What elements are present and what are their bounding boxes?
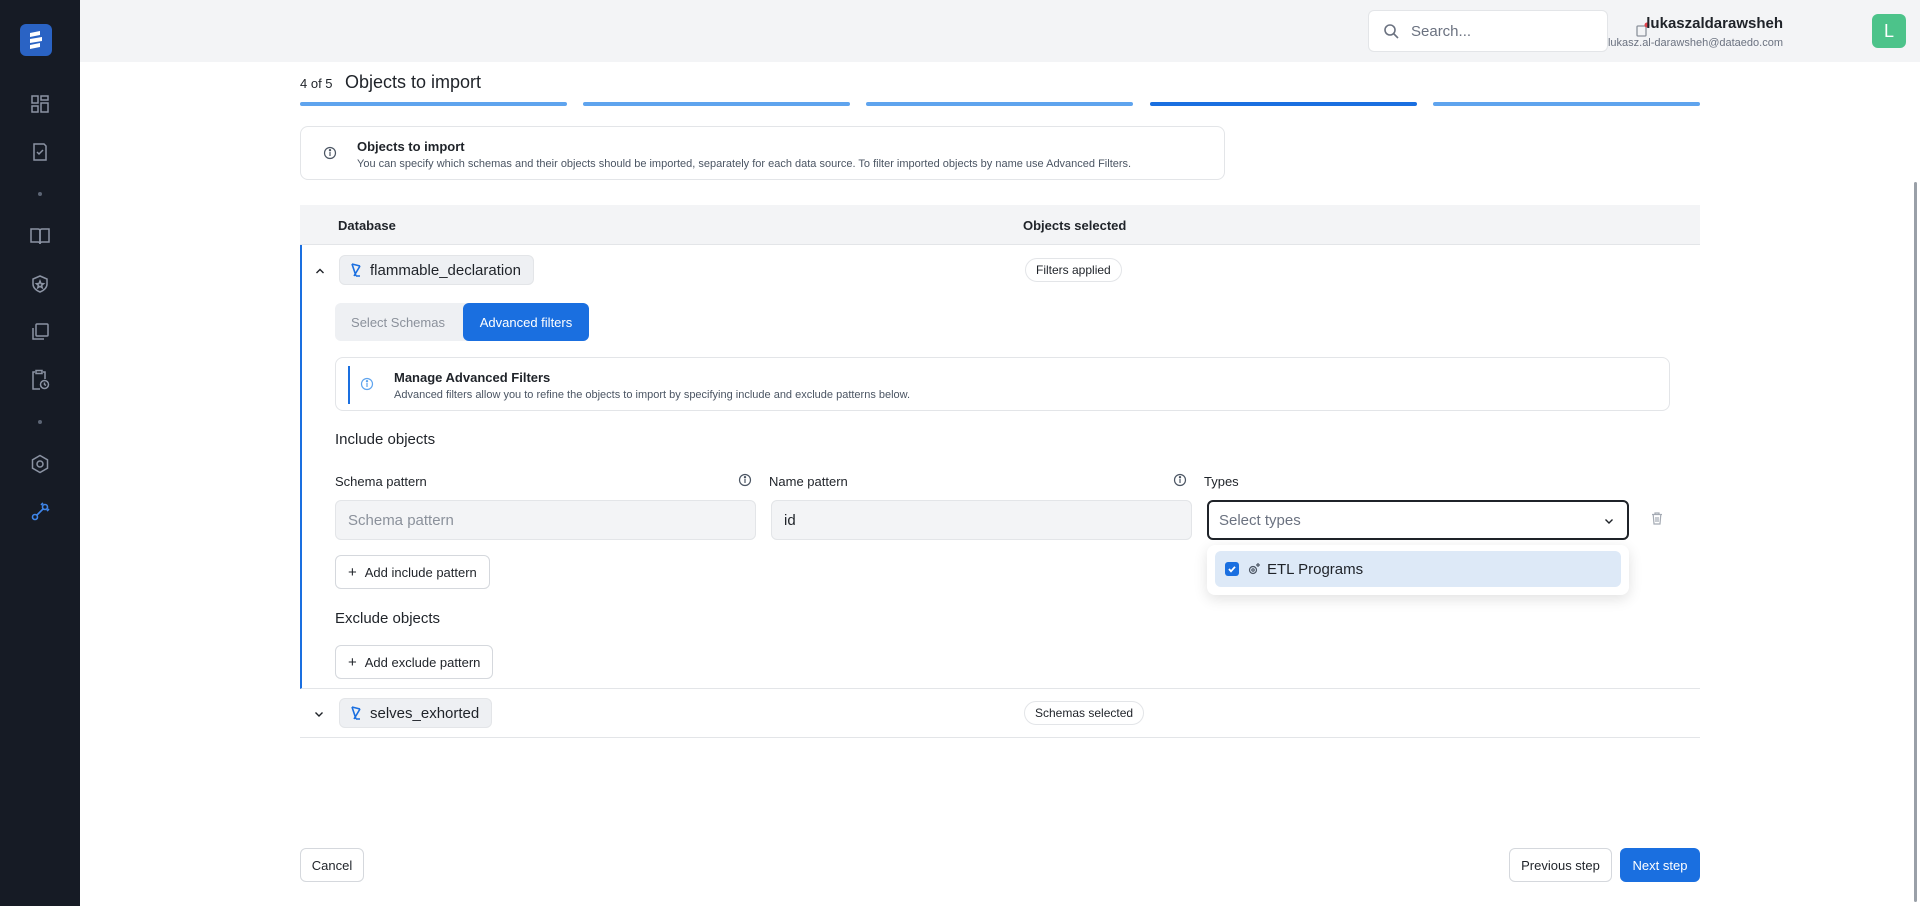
info-title: Objects to import <box>357 139 465 154</box>
types-select-placeholder: Select types <box>1219 511 1301 529</box>
search-icon <box>1384 24 1399 39</box>
search-input[interactable] <box>1411 22 1591 40</box>
copy-icon[interactable] <box>26 318 54 346</box>
nav-separator <box>38 192 42 196</box>
progress-step-1 <box>300 102 567 106</box>
name-pattern-input[interactable] <box>771 500 1192 540</box>
info-icon <box>360 377 374 396</box>
step-counter: 4 of 5 <box>300 76 333 91</box>
user-name: lukaszaldarawsheh <box>1646 15 1783 32</box>
manage-filters-info: Manage Advanced Filters Advanced filters… <box>335 357 1670 411</box>
schema-pattern-input[interactable] <box>335 500 756 540</box>
name-pattern-label: Name pattern <box>769 474 848 489</box>
database-name: selves_exhorted <box>370 704 480 722</box>
schema-info-icon[interactable] <box>738 473 752 492</box>
etl-program-icon <box>1248 563 1260 575</box>
dashboard-icon[interactable] <box>26 90 54 118</box>
progress-step-4 <box>1150 102 1417 106</box>
include-objects-title: Include objects <box>335 431 436 448</box>
plus-icon: + <box>348 653 357 671</box>
database-name: flammable_declaration <box>370 261 521 279</box>
checkbox-checked[interactable] <box>1225 562 1239 576</box>
add-exclude-label: Add exclude pattern <box>364 654 481 670</box>
checklist-icon[interactable] <box>26 138 54 166</box>
search-box[interactable] <box>1368 10 1608 52</box>
previous-step-button[interactable]: Previous step <box>1509 848 1612 882</box>
column-database: Database <box>338 218 396 233</box>
nav-separator <box>38 420 42 424</box>
dataedo-logo[interactable] <box>20 24 52 56</box>
chevron-down-icon[interactable] <box>313 707 325 725</box>
database-chip: flammable_declaration <box>339 255 534 285</box>
type-option-label: ETL Programs <box>1267 560 1364 578</box>
delete-pattern-icon[interactable] <box>1650 511 1664 530</box>
types-dropdown: ETL Programs <box>1207 545 1629 595</box>
types-select[interactable]: Select types <box>1207 500 1629 540</box>
settings-hexagon-icon[interactable] <box>26 450 54 478</box>
status-badge: Filters applied <box>1025 258 1122 282</box>
info-description: You can specify which schemas and their … <box>357 158 1132 170</box>
filter-mode-switch: Select Schemas Advanced filters <box>335 303 589 341</box>
add-include-label: Add include pattern <box>364 564 477 580</box>
column-objects-selected: Objects selected <box>1023 218 1127 233</box>
connector-icon[interactable] <box>26 498 54 526</box>
shield-star-icon[interactable] <box>26 270 54 298</box>
chevron-down-icon <box>1603 514 1615 531</box>
manage-filters-title: Manage Advanced Filters <box>394 370 551 385</box>
user-email: lukasz.al-darawsheh@dataedo.com <box>1607 37 1783 49</box>
chevron-up-icon[interactable] <box>314 264 326 282</box>
database-connector-icon <box>351 263 361 277</box>
cancel-button[interactable]: Cancel <box>300 848 364 882</box>
progress-step-5 <box>1433 102 1700 106</box>
type-option-etl-programs[interactable]: ETL Programs <box>1215 551 1621 587</box>
exclude-objects-title: Exclude objects <box>335 610 441 627</box>
page-title: Objects to import <box>345 72 482 92</box>
scrollbar[interactable] <box>1914 182 1917 902</box>
add-include-pattern-button[interactable]: + Add include pattern <box>335 555 490 589</box>
progress-step-2 <box>583 102 850 106</box>
info-box: Objects to import You can specify which … <box>300 126 1225 180</box>
avatar[interactable]: L <box>1872 14 1906 48</box>
table-header: Database Objects selected <box>300 205 1700 245</box>
types-label: Types <box>1204 474 1239 489</box>
manage-filters-description: Advanced filters allow you to refine the… <box>394 389 911 401</box>
info-icon <box>323 146 337 165</box>
plus-icon: + <box>348 563 357 581</box>
name-info-icon[interactable] <box>1173 473 1187 492</box>
clipboard-clock-icon[interactable] <box>26 366 54 394</box>
top-bar: lukaszaldarawsheh lukasz.al-darawsheh@da… <box>80 0 1920 62</box>
sidebar <box>0 0 80 906</box>
next-step-button[interactable]: Next step <box>1620 848 1700 882</box>
accent-bar <box>348 366 350 404</box>
tab-select-schemas[interactable]: Select Schemas <box>335 303 461 341</box>
table-row: flammable_declaration Filters applied Se… <box>300 245 1700 689</box>
book-icon[interactable] <box>26 222 54 250</box>
add-exclude-pattern-button[interactable]: + Add exclude pattern <box>335 645 494 679</box>
database-connector-icon <box>351 706 361 720</box>
tab-advanced-filters[interactable]: Advanced filters <box>463 303 589 341</box>
database-chip: selves_exhorted <box>339 698 493 728</box>
schema-pattern-label: Schema pattern <box>335 474 427 489</box>
status-badge: Schemas selected <box>1024 701 1145 725</box>
progress-step-3 <box>866 102 1133 106</box>
table-row[interactable]: selves_exhorted Schemas selected <box>300 689 1700 738</box>
